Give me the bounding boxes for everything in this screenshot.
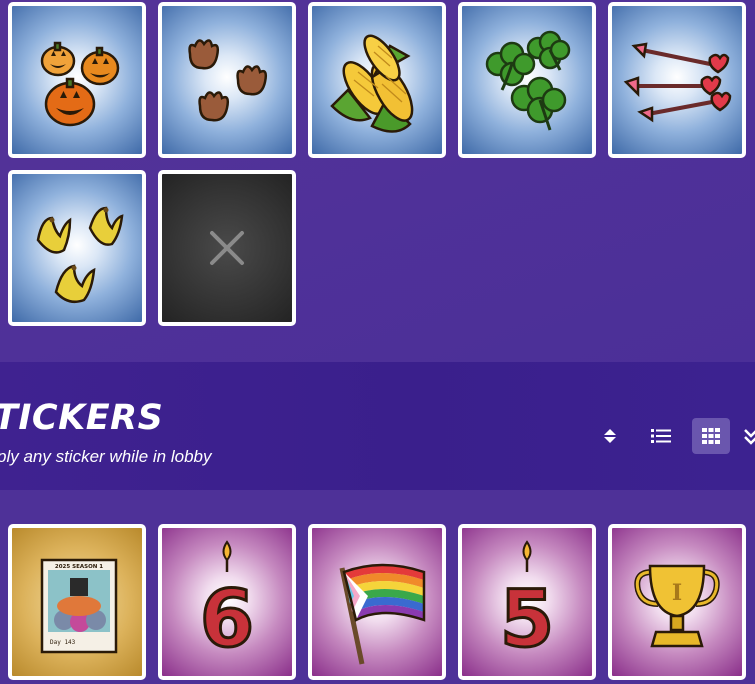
list-view-button[interactable]	[642, 418, 680, 454]
grid-view-button[interactable]	[692, 418, 730, 454]
trophy-icon: I	[634, 564, 720, 648]
jack-o-lanterns-icon	[40, 41, 120, 127]
four-leaf-clovers-icon	[485, 30, 571, 131]
sticker-card-candle-six[interactable]: 6	[158, 524, 296, 680]
season-photo-icon: 2025 SEASON 1 Day 143	[40, 558, 118, 654]
item-card-corn[interactable]	[308, 2, 446, 158]
candle-digit: 6	[200, 575, 254, 665]
collapse-button[interactable]	[742, 418, 755, 454]
sticker-card-season-photo[interactable]: 2025 SEASON 1 Day 143	[8, 524, 146, 680]
trophy-mark: I	[672, 580, 682, 606]
corn-cobs-icon	[330, 34, 414, 133]
pride-flag-icon	[339, 563, 426, 665]
sticker-photo-header: 2025 SEASON 1	[55, 564, 103, 570]
sticker-card-trophy[interactable]: I	[608, 524, 746, 680]
item-card-none[interactable]	[158, 170, 296, 326]
sticker-card-pride-flag[interactable]	[308, 524, 446, 680]
sticker-photo-caption: Day 143	[50, 639, 76, 646]
sort-icon	[604, 429, 616, 443]
double-chevron-down-icon	[744, 429, 755, 445]
section-subtitle: ply any sticker while in lobby	[0, 447, 212, 466]
banana-peels-icon	[36, 206, 124, 303]
brown-paw-prints-icon	[188, 39, 268, 122]
candle-digit: 5	[500, 575, 554, 665]
section-title: TICKERS	[0, 398, 164, 438]
none-x-icon	[210, 231, 244, 265]
item-card-clovers[interactable]	[458, 2, 596, 158]
candle-six-icon: 6	[198, 540, 256, 667]
grid-view-icon	[702, 428, 720, 444]
item-card-paw-prints[interactable]	[158, 2, 296, 158]
heart-arrows-icon	[623, 42, 732, 123]
item-card-banana-peels[interactable]	[8, 170, 146, 326]
item-card-jack-o-lanterns[interactable]	[8, 2, 146, 158]
item-card-heart-arrows[interactable]	[608, 2, 746, 158]
list-view-icon	[651, 429, 671, 443]
candle-five-icon: 5	[498, 540, 556, 667]
sort-button[interactable]	[591, 418, 629, 454]
sticker-card-candle-five[interactable]: 5	[458, 524, 596, 680]
